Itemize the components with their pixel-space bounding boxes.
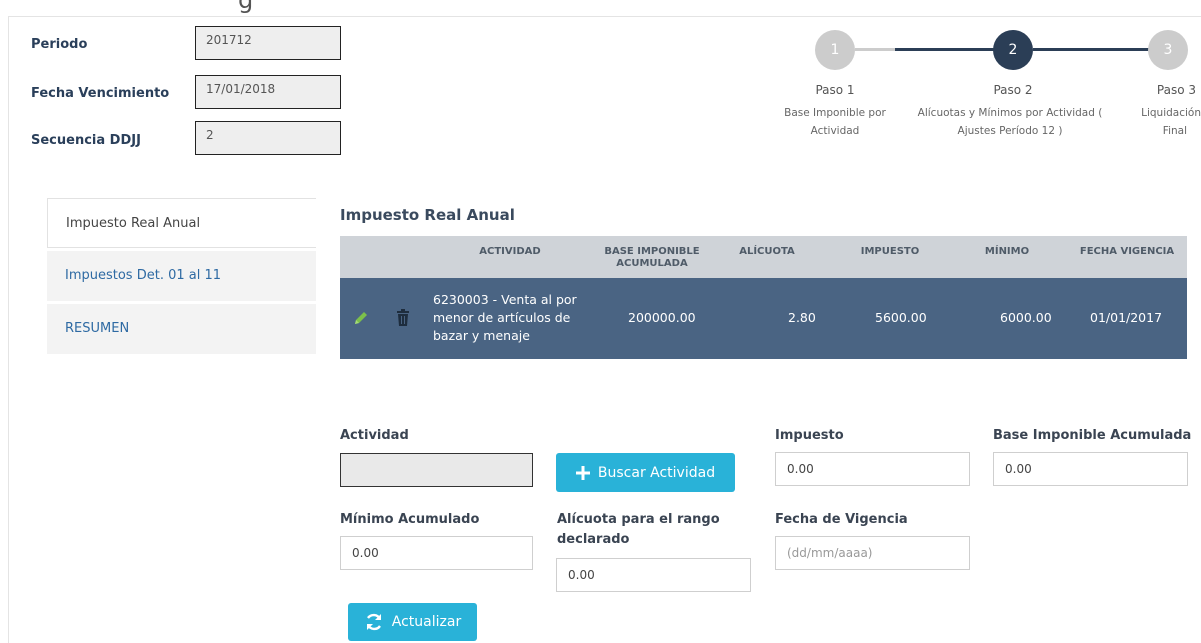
tab-impuesto-real-anual[interactable]: Impuesto Real Anual [47,198,316,248]
periodo-label: Periodo [31,37,88,52]
fecha-vigencia-field[interactable] [775,536,970,570]
step-3-desc: Liquidación Final [1121,104,1201,140]
buscar-actividad-label: Buscar Actividad [597,464,716,481]
impuesto-field[interactable] [775,452,970,486]
step-2-circle[interactable]: 2 [993,30,1033,70]
th-minimo: MÍNIMO [984,246,1030,257]
fecha-vigencia-label: Fecha de Vigencia [775,512,908,527]
base-imponible-field[interactable] [993,452,1188,486]
impuesto-label: Impuesto [775,428,844,443]
periodo-field: 201712 [195,26,341,60]
secuencia-ddjj-label: Secuencia DDJJ [31,133,141,148]
th-alicuota: ALÍCUOTA [739,246,795,257]
step-1-desc-line1: Base Imponible por [784,107,886,119]
cell-actividad-line2: menor de artículos de [433,310,571,325]
actividad-label: Actividad [340,428,409,443]
alicuota-label-line1: Alícuota para el rango [557,512,720,527]
section-title: Impuesto Real Anual [340,206,515,224]
th-impuesto: IMPUESTO [860,246,920,257]
th-actividad: ACTIVIDAD [479,246,541,257]
actualizar-button[interactable]: Actualizar [348,603,477,641]
cell-impuesto: 5600.00 [875,310,927,325]
th-base-line2: ACUMULADA [616,258,688,269]
step-2-desc-line1: Alícuotas y Mínimos por Actividad ( [917,107,1103,119]
fecha-vencimiento-field: 17/01/2018 [195,75,341,109]
alicuota-label-line2: declarado [557,532,630,547]
plus-icon [575,465,590,480]
actualizar-label: Actualizar [391,614,462,630]
cell-actividad-line3: bazar y menaje [433,328,530,343]
step-1-desc-line2: Actividad [810,125,860,137]
cell-alicuota: 2.80 [788,310,816,325]
table-row: 6230003 - Venta al por menor de artículo… [340,278,1187,359]
tab-impuestos-det[interactable]: Impuestos Det. 01 al 11 [47,251,316,301]
step-3-desc-line2: Final [1162,125,1187,137]
table-header: ACTIVIDAD BASE IMPONIBLE ACUMULADA ALÍCU… [340,236,1187,278]
cell-fecha: 01/01/2017 [1090,310,1163,325]
refresh-icon [364,612,384,632]
step-3-circle[interactable]: 3 [1148,30,1188,70]
cell-actividad-line1: 6230003 - Venta al por [433,292,577,307]
step-1-circle[interactable]: 1 [815,30,855,70]
step-1-title: Paso 1 [815,83,855,97]
cell-minimo: 6000.00 [1000,310,1052,325]
base-imponible-label: Base Imponible Acumulada [993,428,1192,443]
minimo-acumulado-label: Mínimo Acumulado [340,512,480,527]
buscar-actividad-button[interactable]: Buscar Actividad [556,453,735,492]
fecha-vencimiento-label: Fecha Vencimiento [31,86,170,101]
alicuota-rango-field[interactable] [556,558,751,592]
th-base-imponible: BASE IMPONIBLE ACUMULADA [592,246,712,270]
cell-actividad: 6230003 - Venta al por menor de artículo… [433,291,603,345]
alicuota-rango-label: Alícuota para el rango declarado [557,510,720,550]
secuencia-ddjj-field: 2 [195,121,341,155]
pencil-icon[interactable] [352,309,370,327]
page-header-fragment: g [238,0,255,14]
step-3-desc-line1: Liquidación [1141,107,1201,119]
trash-icon[interactable] [395,309,411,327]
th-base-line1: BASE IMPONIBLE [604,246,700,257]
step-2-desc: Alícuotas y Mínimos por Actividad ( Ajus… [905,104,1115,140]
step-1-desc: Base Imponible por Actividad [770,104,900,140]
minimo-acumulado-field[interactable] [340,536,533,570]
step-3-title: Paso 3 [1156,83,1196,97]
step-2-title: Paso 2 [993,83,1033,97]
step-2-desc-line2: Ajustes Período 12 ) [957,125,1063,137]
actividad-field[interactable] [340,453,533,487]
th-fecha-vigencia: FECHA VIGENCIA [1079,246,1175,257]
cell-base: 200000.00 [628,310,696,325]
tab-resumen[interactable]: RESUMEN [47,304,316,354]
